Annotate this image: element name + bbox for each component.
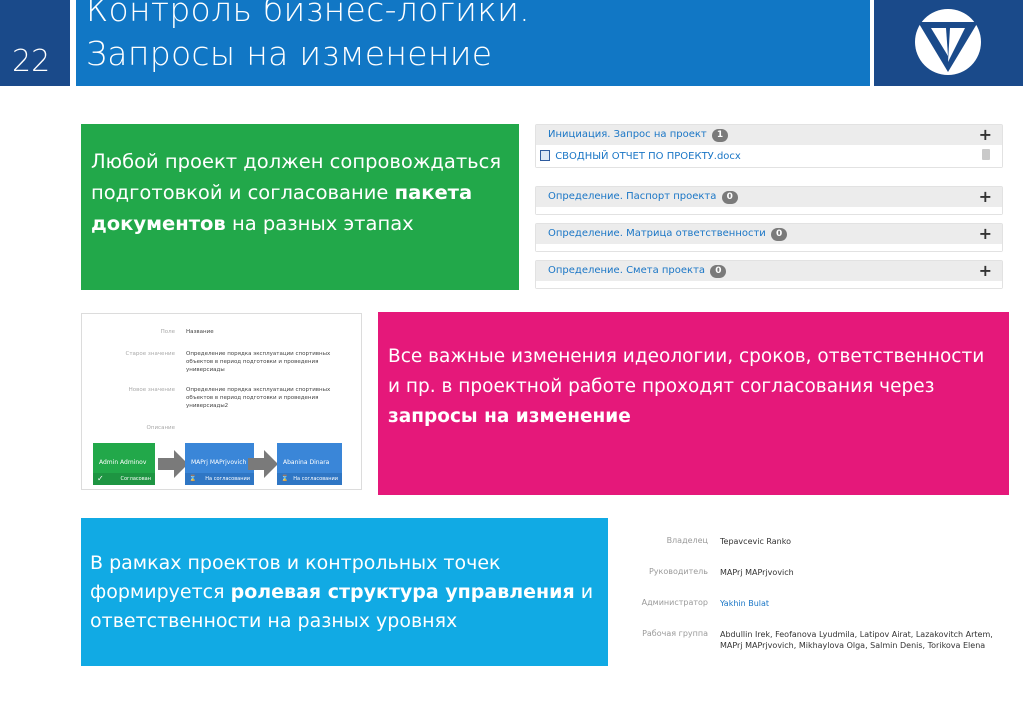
role-label: Администратор <box>641 598 708 607</box>
slide-number: 22 <box>12 44 51 79</box>
roles-info-text: В рамках проектов и контрольных точек фо… <box>90 549 605 636</box>
role-value-link[interactable]: Yakhin Bulat <box>720 598 1012 609</box>
roles-panel: Владелец Tepavcevic Ranko Руководитель M… <box>630 528 1015 668</box>
document-file[interactable]: СВОДНЫЙ ОТЧЕТ ПО ПРОЕКТУ.docx <box>536 145 1002 167</box>
doc-count-badge: 0 <box>721 191 738 204</box>
role-label: Рабочая группа <box>642 629 708 638</box>
doc-section-body <box>536 207 1002 214</box>
change-requests-info-text: Все важные изменения идеологии, сроков, … <box>388 342 998 432</box>
doc-section-title: Инициация. Запрос на проект <box>548 129 707 140</box>
description-label: Описание <box>146 425 175 431</box>
role-value: Tepavcevic Ranko <box>720 537 791 546</box>
old-value: Определение порядка эксплуатации спортив… <box>186 351 331 373</box>
roles-info-block: В рамках проектов и контрольных точек фо… <box>81 518 608 666</box>
approver-name: MAPrj MAPrjvovich <box>191 459 247 466</box>
approver-status-text: Согласован <box>120 476 151 482</box>
page-title: Контроль бизнес-логики. Запросы на измен… <box>86 0 530 76</box>
trash-icon[interactable] <box>982 149 990 160</box>
approver-status-text: На согласовании <box>293 476 338 482</box>
doc-section-title: Определение. Матрица ответственности <box>548 228 766 239</box>
approver-status: ⌛ На согласовании <box>185 473 254 485</box>
add-document-icon[interactable]: + <box>979 261 992 280</box>
approver-status: ✓ Согласован <box>93 473 155 485</box>
logo-box <box>874 0 1023 86</box>
documents-panel: Инициация. Запрос на проект 1 + СВОДНЫЙ … <box>535 124 1003 289</box>
hourglass-icon: ⌛ <box>189 475 197 482</box>
slide-number-box: 22 <box>0 0 70 86</box>
doc-section-header[interactable]: Определение. Паспорт проекта 0 + <box>536 187 1002 207</box>
field-label: Поле <box>160 329 175 335</box>
doc-section-estimate: Определение. Смета проекта 0 + <box>535 260 1003 289</box>
change-request-panel: Поле Название Старое значение Определени… <box>81 313 362 490</box>
change-requests-info-block: Все важные изменения идеологии, сроков, … <box>378 312 1009 495</box>
doc-count-badge: 0 <box>710 265 727 278</box>
doc-count-badge: 1 <box>711 129 729 142</box>
documents-info-text: Любой проект должен сопровождаться подго… <box>91 146 511 239</box>
add-document-icon[interactable]: + <box>979 224 992 243</box>
role-value: MAPrj MAPrjvovich <box>720 568 794 577</box>
doc-section-header[interactable]: Определение. Матрица ответственности 0 + <box>536 224 1002 244</box>
document-file-name[interactable]: СВОДНЫЙ ОТЧЕТ ПО ПРОЕКТУ.docx <box>555 151 741 162</box>
documents-text-end: на разных этапах <box>225 212 414 235</box>
approver-name: Admin Adminov <box>99 459 147 466</box>
add-document-icon[interactable]: + <box>979 125 992 144</box>
new-value-label: Новое значение <box>128 387 175 393</box>
doc-section-header[interactable]: Определение. Смета проекта 0 + <box>536 261 1002 281</box>
field-value: Название <box>186 329 214 335</box>
approver-step[interactable]: MAPrj MAPrjvovich ⌛ На согласовании <box>185 443 254 485</box>
doc-section-passport: Определение. Паспорт проекта 0 + <box>535 186 1003 215</box>
check-icon: ✓ <box>97 474 104 483</box>
header-band: Контроль бизнес-логики. Запросы на измен… <box>76 0 870 86</box>
approver-name: Abanina Dinara <box>283 459 330 466</box>
documents-info-block: Любой проект должен сопровождаться подго… <box>81 124 519 290</box>
role-label: Руководитель <box>648 567 708 576</box>
title-line-1: Контроль бизнес-логики. <box>86 0 530 29</box>
doc-count-badge: 0 <box>771 228 788 241</box>
change-requests-text-part: Все важные изменения идеологии, сроков, … <box>388 346 985 397</box>
arrow-right-icon <box>248 450 278 478</box>
new-value: Определение порядка эксплуатации спортив… <box>186 387 331 409</box>
doc-section-body <box>536 281 1002 288</box>
approver-step[interactable]: Admin Adminov ✓ Согласован <box>93 443 155 485</box>
doc-section-title: Определение. Смета проекта <box>548 265 706 276</box>
old-value-label: Старое значение <box>125 351 175 357</box>
add-document-icon[interactable]: + <box>979 187 992 206</box>
doc-section-header[interactable]: Инициация. Запрос на проект 1 + <box>536 125 1002 145</box>
doc-section-body <box>536 244 1002 251</box>
doc-section-initiation: Инициация. Запрос на проект 1 + СВОДНЫЙ … <box>535 124 1003 168</box>
doc-section-matrix: Определение. Матрица ответственности 0 + <box>535 223 1003 252</box>
approver-status-text: На согласовании <box>205 476 250 482</box>
approver-step[interactable]: Abanina Dinara ⌛ На согласовании <box>277 443 342 485</box>
arrow-right-icon <box>158 450 188 478</box>
change-requests-text-bold: запросы на изменение <box>388 406 631 427</box>
approver-status: ⌛ На согласовании <box>277 473 342 485</box>
title-line-2: Запросы на изменение <box>86 34 493 73</box>
company-logo-icon <box>915 9 981 75</box>
word-file-icon <box>540 150 550 161</box>
doc-section-title: Определение. Паспорт проекта <box>548 191 717 202</box>
role-value: Abdullin Irek, Feofanova Lyudmila, Latip… <box>720 630 993 650</box>
hourglass-icon: ⌛ <box>281 475 289 482</box>
role-label: Владелец <box>666 536 708 545</box>
roles-text-bold: ролевая структура управления <box>230 581 575 603</box>
